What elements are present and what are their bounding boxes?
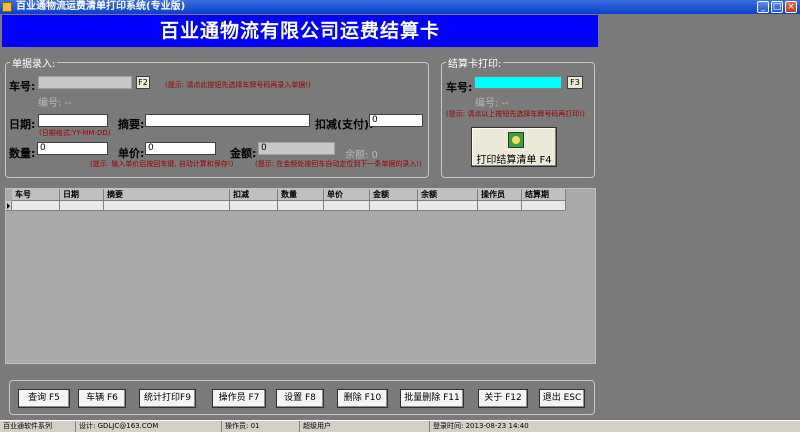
quantity-input[interactable]: 0 xyxy=(37,142,108,155)
table-cell[interactable] xyxy=(522,201,566,211)
amount-input[interactable]: 0 xyxy=(258,142,335,155)
maximize-button[interactable]: □ xyxy=(771,1,783,13)
exit-button[interactable]: 退出 ESC xyxy=(539,389,585,408)
operator-button[interactable]: 操作员 F7 xyxy=(212,389,266,408)
table-cell[interactable] xyxy=(60,201,104,211)
select-card-vehicle-button[interactable]: F3 xyxy=(567,76,583,89)
column-header[interactable]: 扣减 xyxy=(230,189,278,201)
quantity-label: 数量: xyxy=(9,147,36,160)
app-icon xyxy=(2,2,12,12)
quantity-hint: (提示: 输入单价后按回车键, 自动计算和保存!) xyxy=(90,160,234,168)
card-code-label: 编号: -- xyxy=(475,98,509,109)
summary-input[interactable] xyxy=(145,114,310,127)
stats-print-button[interactable]: 统计打印F9 xyxy=(139,389,196,408)
price-input[interactable]: 0 xyxy=(145,142,216,155)
close-button[interactable]: × xyxy=(785,1,797,13)
window-titlebar: 百业通物流运费清单打印系统(专业版) _ □ × xyxy=(0,0,800,14)
card-vehicle-input[interactable] xyxy=(474,76,562,89)
table-cell[interactable] xyxy=(370,201,418,211)
table-cell[interactable] xyxy=(230,201,278,211)
banner-title: 百业通物流有限公司运费结算卡 xyxy=(159,20,440,42)
date-input[interactable] xyxy=(38,114,108,127)
company-banner: 百业通物流有限公司运费结算卡 xyxy=(2,15,598,47)
table-cell[interactable] xyxy=(324,201,370,211)
amount-hint: (提示: 在金额处按回车自动定位到下一条单据的录入!) xyxy=(255,160,422,168)
column-header[interactable]: 单价 xyxy=(324,189,370,201)
query-button[interactable]: 查询 F5 xyxy=(18,389,70,408)
entry-legend: 单据录入: xyxy=(10,55,58,70)
vehicle-label: 车号: xyxy=(9,80,36,93)
minimize-button[interactable]: _ xyxy=(757,1,769,13)
card-print-hint: (提示: 请点以上按钮先选择车牌号码再打印!) xyxy=(446,110,585,118)
print-statement-button[interactable]: 打印结算清单 F4 xyxy=(471,127,557,167)
vehicles-button[interactable]: 车辆 F6 xyxy=(78,389,126,408)
table-cell[interactable] xyxy=(104,201,230,211)
column-header[interactable]: 余额 xyxy=(418,189,478,201)
date-label: 日期: xyxy=(9,118,36,131)
column-header[interactable]: 金额 xyxy=(370,189,418,201)
select-vehicle-button[interactable]: F2 xyxy=(136,76,150,89)
summary-label: 摘要: xyxy=(118,118,145,131)
table-cell[interactable] xyxy=(12,201,60,211)
table-cell[interactable] xyxy=(478,201,522,211)
date-format-hint: (日期格式:YY-MM-DD) xyxy=(39,129,111,137)
delete-button[interactable]: 删除 F10 xyxy=(337,389,388,408)
vehicle-hint: (提示: 请点此按钮先选择车牌号码再录入单据!) xyxy=(165,81,311,89)
table-cell[interactable] xyxy=(278,201,324,211)
status-operator: 操作员: 01 xyxy=(222,421,300,432)
column-header[interactable]: 摘要 xyxy=(104,189,230,201)
column-header[interactable]: 结算期 xyxy=(522,189,566,201)
status-bar: 百业通软件系列 设计: GDLJC@163.COM 操作员: 01 超级用户 登… xyxy=(0,420,800,432)
print-card-legend: 结算卡打印: xyxy=(446,55,504,70)
column-header[interactable]: 日期 xyxy=(60,189,104,201)
status-login-time: 登录时间: 2013-08-23 14:40 xyxy=(433,422,529,430)
deduct-label: 扣减(支付): xyxy=(315,118,374,131)
deduct-input[interactable]: 0 xyxy=(369,114,423,127)
status-design: 设计: GDLJC@163.COM xyxy=(76,421,222,432)
print-statement-label: 打印结算清单 F4 xyxy=(476,155,552,166)
vehicle-input[interactable] xyxy=(38,76,132,89)
about-button[interactable]: 关于 F12 xyxy=(478,389,528,408)
entry-code-label: 编号: -- xyxy=(38,98,72,109)
batch-delete-button[interactable]: 批量删除 F11 xyxy=(400,389,464,408)
column-header[interactable]: 操作员 xyxy=(478,189,522,201)
column-header[interactable]: 车号 xyxy=(12,189,60,201)
card-vehicle-label: 车号: xyxy=(446,81,473,94)
records-table[interactable]: 车号 日期 摘要 扣减 数量 单价 金额 余额 操作员 结算期 xyxy=(5,188,596,364)
amount-label: 金额: xyxy=(230,147,257,160)
table-cell[interactable] xyxy=(418,201,478,211)
settings-button[interactable]: 设置 F8 xyxy=(276,389,324,408)
column-header[interactable]: 数量 xyxy=(278,189,324,201)
window-title: 百业通物流运费清单打印系统(专业版) xyxy=(16,1,186,12)
status-role: 超级用户 xyxy=(300,421,430,432)
status-series: 百业通软件系列 xyxy=(0,421,76,432)
print-report-icon xyxy=(508,132,524,148)
